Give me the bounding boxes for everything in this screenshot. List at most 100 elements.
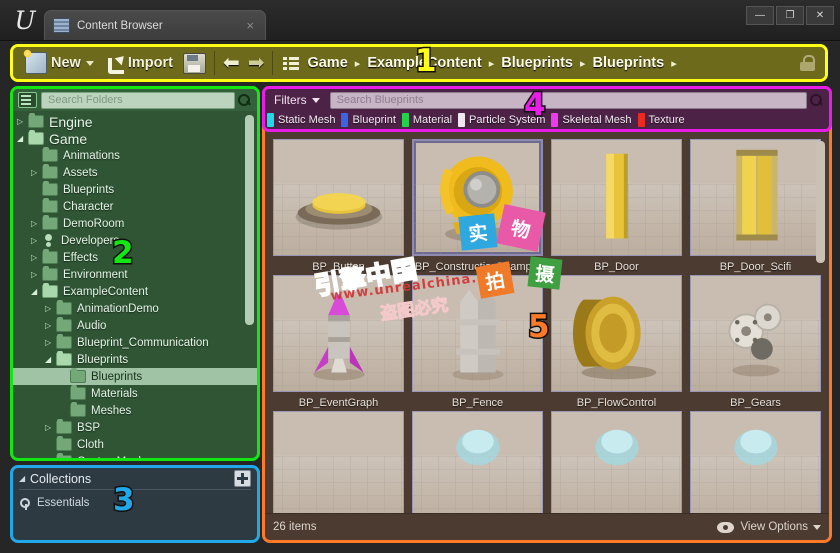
asset-thumbnail[interactable] xyxy=(551,139,682,256)
tree-item-blueprint_communication[interactable]: ▷ Blueprint_Communication xyxy=(13,334,257,351)
asset-tile[interactable] xyxy=(687,411,824,514)
collections-header[interactable]: ◢ Collections xyxy=(13,468,257,489)
expand-arrow-open-icon[interactable]: ◢ xyxy=(31,287,42,296)
folder-tree-scrollbar[interactable] xyxy=(245,115,254,325)
tree-item-audio[interactable]: ▷ Audio xyxy=(13,317,257,334)
tree-item-materials[interactable]: Materials xyxy=(13,385,257,402)
minimize-button[interactable]: — xyxy=(746,6,774,25)
tree-item-meshes[interactable]: Meshes xyxy=(13,402,257,419)
tree-item-blueprints[interactable]: ◢ Blueprints xyxy=(13,351,257,368)
back-arrow-icon[interactable]: ⬅ xyxy=(219,53,244,73)
tree-item-engine[interactable]: ▷ Engine xyxy=(13,113,257,130)
folder-tree[interactable]: ▷ Engine ◢ Game Animations ▷ Assets Blueprints C… xyxy=(13,111,257,458)
tree-item-character[interactable]: Character xyxy=(13,198,257,215)
asset-thumbnail[interactable] xyxy=(690,139,821,256)
collapse-arrow-icon[interactable]: ◢ xyxy=(19,474,30,483)
asset-tile-bp_door_scifi[interactable]: BP_Door_Scifi xyxy=(687,139,824,273)
asset-thumbnail[interactable] xyxy=(551,411,682,514)
tree-item-cloth[interactable]: Cloth xyxy=(13,436,257,453)
tree-item-animations[interactable]: Animations xyxy=(13,147,257,164)
tree-item-label: Character xyxy=(63,200,114,213)
search-folders-input[interactable]: Search Folders xyxy=(41,91,235,109)
asset-thumbnail[interactable] xyxy=(551,275,682,392)
tree-item-environment[interactable]: ▷ Environment xyxy=(13,266,257,283)
asset-thumbnail[interactable] xyxy=(273,411,404,514)
tree-item-developers[interactable]: ▷ Developers xyxy=(13,232,257,249)
maximize-button[interactable]: ❐ xyxy=(776,6,804,25)
asset-thumbnail[interactable] xyxy=(690,275,821,392)
filter-chip-skeletal-mesh[interactable]: Skeletal Mesh xyxy=(551,112,635,128)
expand-arrow-icon[interactable]: ▷ xyxy=(31,253,42,262)
tree-item-blueprints[interactable]: Blueprints xyxy=(13,368,257,385)
asset-tile-bp_door[interactable]: BP_Door xyxy=(548,139,685,273)
add-collection-icon[interactable] xyxy=(234,470,251,487)
tree-item-assets[interactable]: ▷ Assets xyxy=(13,164,257,181)
expand-arrow-icon[interactable]: ▷ xyxy=(45,423,56,432)
asset-tile[interactable] xyxy=(270,411,407,514)
asset-thumbnail[interactable] xyxy=(273,139,404,256)
asset-tile-bp_gears[interactable]: BP_Gears xyxy=(687,275,824,409)
save-all-icon[interactable] xyxy=(182,52,206,74)
new-button[interactable]: New xyxy=(19,47,100,79)
filter-chip-material[interactable]: Material xyxy=(401,112,456,128)
asset-thumbnail[interactable] xyxy=(412,275,543,392)
filters-button[interactable]: Filters xyxy=(268,93,326,107)
window-close-button[interactable]: ✕ xyxy=(806,6,834,25)
expand-arrow-open-icon[interactable]: ◢ xyxy=(17,134,28,143)
tree-item-animationdemo[interactable]: ▷ AnimationDemo xyxy=(13,300,257,317)
search-icon[interactable] xyxy=(809,93,824,108)
expand-arrow-icon[interactable]: ▷ xyxy=(45,304,56,313)
asset-thumbnail[interactable] xyxy=(273,275,404,392)
asset-tile-bp_button[interactable]: BP_Button xyxy=(270,139,407,273)
asset-tile[interactable] xyxy=(409,411,546,514)
breadcrumb-item-2[interactable]: Blueprints xyxy=(501,55,573,71)
expand-arrow-icon[interactable]: ▷ xyxy=(31,270,42,279)
asset-tile-bp_constructionexample[interactable]: BP_ConstructionExample xyxy=(409,139,546,273)
tree-item-effects[interactable]: ▷ Effects xyxy=(13,249,257,266)
path-list-icon[interactable] xyxy=(283,56,300,70)
breadcrumb-item-3[interactable]: Blueprints xyxy=(593,55,665,71)
asset-tile-bp_fence[interactable]: BP_Fence xyxy=(409,275,546,409)
breadcrumb-item-0[interactable]: Game xyxy=(307,55,347,71)
forward-arrow-icon[interactable]: ➡ xyxy=(244,53,269,73)
toolbar-breadcrumb-region: New Import ⬅ ➡ Game ▸ ExampleContent ▸ B… xyxy=(10,44,828,82)
expand-arrow-icon[interactable]: ▷ xyxy=(45,457,56,458)
filter-chip-static-mesh[interactable]: Static Mesh xyxy=(267,112,339,128)
collection-item-essentials[interactable]: Essentials xyxy=(13,493,257,513)
search-blueprints-input[interactable]: Search Blueprints xyxy=(329,91,807,109)
expand-arrow-icon[interactable]: ▷ xyxy=(31,219,42,228)
tree-item-bsp[interactable]: ▷ BSP xyxy=(13,419,257,436)
tab-content-browser[interactable]: Content Browser × xyxy=(44,10,266,40)
tree-item-game[interactable]: ◢ Game xyxy=(13,130,257,147)
search-icon[interactable] xyxy=(237,93,252,108)
filter-color-swatch xyxy=(267,113,274,127)
expand-arrow-icon[interactable]: ▷ xyxy=(45,321,56,330)
asset-tile[interactable] xyxy=(548,411,685,514)
asset-grid[interactable]: BP_Button BP_ConstructionExample BP_Door BP… xyxy=(265,135,829,514)
tree-item-demoroom[interactable]: ▷ DemoRoom xyxy=(13,215,257,232)
lock-icon[interactable] xyxy=(800,55,815,71)
expand-arrow-icon[interactable]: ▷ xyxy=(31,168,42,177)
expand-arrow-icon[interactable]: ▷ xyxy=(31,236,42,245)
folders-icon[interactable] xyxy=(18,92,37,108)
import-button[interactable]: Import xyxy=(100,47,179,79)
expand-arrow-icon[interactable]: ▷ xyxy=(45,338,56,347)
expand-arrow-open-icon[interactable]: ◢ xyxy=(45,355,56,364)
tree-item-custommesh[interactable]: ▷ CustomMesh xyxy=(13,453,257,458)
tree-item-blueprints[interactable]: Blueprints xyxy=(13,181,257,198)
asset-thumbnail[interactable] xyxy=(412,411,543,514)
tree-item-examplecontent[interactable]: ◢ ExampleContent xyxy=(13,283,257,300)
asset-tile-bp_flowcontrol[interactable]: BP_FlowControl xyxy=(548,275,685,409)
asset-thumbnail[interactable] xyxy=(690,411,821,514)
tree-item-label: Developers xyxy=(61,234,120,247)
filter-chip-particle-system[interactable]: Particle System xyxy=(458,112,549,128)
asset-tile-bp_eventgraph[interactable]: BP_EventGraph xyxy=(270,275,407,409)
expand-arrow-icon[interactable]: ▷ xyxy=(17,117,28,126)
filter-chip-blueprint[interactable]: Blueprint xyxy=(341,112,399,128)
asset-grid-scrollbar[interactable] xyxy=(816,141,825,263)
filter-chip-texture[interactable]: Texture xyxy=(637,112,689,128)
breadcrumb-item-1[interactable]: ExampleContent xyxy=(367,55,481,71)
close-icon[interactable]: × xyxy=(243,19,257,32)
view-options-button[interactable]: View Options xyxy=(717,521,821,533)
asset-thumbnail[interactable] xyxy=(412,139,543,256)
